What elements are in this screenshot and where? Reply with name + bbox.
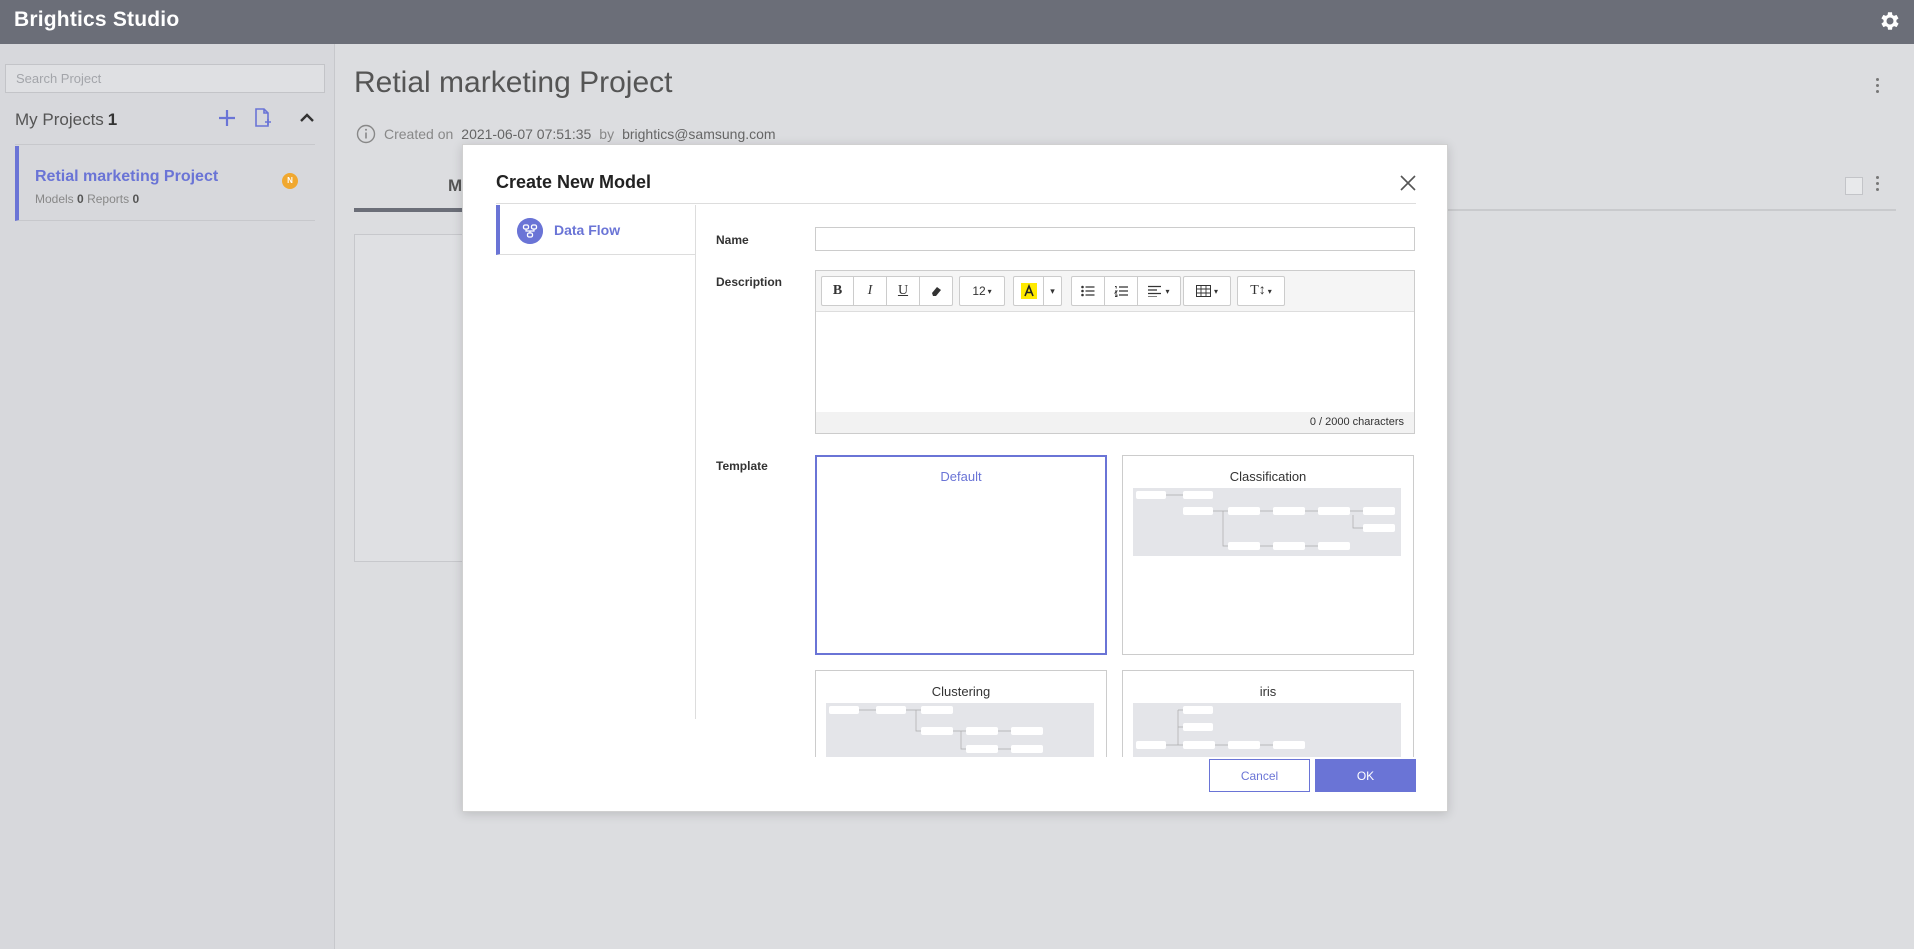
highlight-color-icon	[1020, 283, 1037, 299]
project-name: Retial marketing Project	[35, 168, 219, 185]
dialog-title: Create New Model	[496, 172, 652, 192]
nav-item-label: Data Flow	[554, 222, 621, 238]
reports-label: Reports	[87, 192, 130, 206]
caret-down-icon: ▾	[1267, 286, 1272, 296]
color-group: ▾	[1013, 276, 1062, 306]
char-counter: 0 / 2000 characters	[816, 412, 1414, 433]
close-icon[interactable]	[1397, 172, 1419, 194]
settings-gear-icon[interactable]	[1878, 9, 1902, 33]
italic-button[interactable]: I	[854, 277, 887, 305]
name-label: Name	[716, 233, 749, 247]
text-style-group: T↕ ▾	[1237, 276, 1285, 306]
page-title: Retial marketing Project	[354, 66, 673, 99]
created-date: 2021-06-07 07:51:35	[461, 126, 592, 142]
font-size-group: 12 ▾	[959, 276, 1005, 306]
tab-models[interactable]: M	[448, 176, 462, 196]
my-projects-header: My Projects 1	[15, 110, 117, 130]
template-grid: Default Classification Clustering iris	[815, 455, 1420, 757]
project-list-item[interactable]: Retial marketing Project Models 0 Report…	[15, 146, 315, 221]
author-email: brightics@samsung.com	[622, 126, 776, 142]
template-name: Default	[940, 469, 982, 484]
new-badge: N	[282, 173, 298, 189]
dialog-header-divider	[496, 203, 1416, 204]
template-preview	[826, 703, 1094, 757]
info-icon	[356, 124, 376, 144]
bullet-list-button[interactable]	[1072, 277, 1105, 305]
project-count: 1	[107, 110, 118, 129]
template-name: Clustering	[931, 684, 991, 699]
bold-button[interactable]: B	[822, 277, 854, 305]
eraser-icon	[932, 287, 941, 296]
editor-toolbar: B I U 12 ▾ ▾ ▾ ▾ T↕ ▾	[816, 271, 1414, 312]
select-all-checkbox[interactable]	[1845, 177, 1863, 195]
align-left-icon	[1148, 285, 1162, 297]
ok-button[interactable]: OK	[1315, 759, 1416, 792]
import-project-icon[interactable]	[250, 106, 274, 130]
table-dropdown[interactable]: ▾	[1184, 277, 1230, 305]
text-height-icon: T↕	[1250, 283, 1266, 298]
search-project-input[interactable]	[5, 64, 325, 93]
nav-item-data-flow[interactable]: Data Flow	[496, 205, 695, 255]
dialog-nav-divider	[695, 205, 696, 719]
template-name: iris	[1259, 684, 1277, 699]
font-size-dropdown[interactable]: 12 ▾	[960, 277, 1004, 305]
data-flow-icon	[517, 218, 543, 244]
format-group: B I U	[821, 276, 953, 306]
text-style-dropdown[interactable]: T↕ ▾	[1238, 277, 1284, 305]
caret-down-icon: ▾	[987, 286, 992, 296]
template-preview	[1133, 488, 1401, 556]
created-label: Created on	[384, 126, 454, 142]
template-card-default[interactable]: Default	[815, 455, 1107, 655]
template-name: Classification	[1229, 469, 1307, 484]
models-label: Models	[35, 192, 74, 206]
list-align-group: ▾	[1071, 276, 1181, 306]
project-more-icon[interactable]	[1876, 78, 1879, 93]
reports-count: 0	[132, 192, 140, 206]
description-label: Description	[716, 275, 783, 289]
underline-button[interactable]: U	[887, 277, 920, 305]
my-projects-label: My Projects	[15, 110, 104, 129]
align-dropdown[interactable]: ▾	[1138, 277, 1180, 305]
model-card[interactable]	[354, 234, 464, 562]
template-card-classification[interactable]: Classification	[1122, 455, 1414, 655]
collapse-chevron-icon[interactable]	[295, 106, 319, 130]
sidebar: My Projects1 Retial marketing Project Mo…	[0, 44, 335, 949]
table-icon	[1195, 285, 1211, 297]
template-label: Template	[716, 459, 768, 473]
bullet-list-icon	[1081, 285, 1095, 297]
add-project-icon[interactable]	[215, 106, 239, 130]
caret-down-icon: ▾	[1165, 286, 1170, 296]
template-card-iris[interactable]: iris	[1122, 670, 1414, 757]
app-title: Brightics Studio	[14, 8, 180, 31]
numbered-list-button[interactable]	[1105, 277, 1138, 305]
active-tab-indicator	[354, 208, 464, 212]
numbered-list-icon	[1114, 286, 1128, 297]
table-group: ▾	[1183, 276, 1231, 306]
name-input[interactable]	[815, 227, 1415, 251]
description-textarea[interactable]	[816, 312, 1414, 412]
tab-more-icon[interactable]	[1876, 176, 1879, 191]
cancel-button[interactable]: Cancel	[1209, 759, 1310, 792]
models-count: 0	[77, 192, 84, 206]
sidebar-divider	[15, 144, 315, 145]
description-editor: B I U 12 ▾ ▾ ▾ ▾ T↕ ▾ 0 / 2000 character…	[815, 270, 1415, 434]
text-color-button[interactable]	[1014, 277, 1044, 305]
create-model-dialog: Create New Model Data Flow Name Descript…	[462, 144, 1448, 812]
clear-format-button[interactable]	[920, 277, 952, 305]
top-bar: Brightics Studio	[0, 0, 1914, 44]
color-dropdown[interactable]: ▾	[1044, 277, 1061, 305]
by-label: by	[599, 126, 615, 142]
template-card-clustering[interactable]: Clustering	[815, 670, 1107, 757]
caret-down-icon: ▾	[1213, 286, 1218, 296]
font-size-value: 12	[972, 284, 986, 298]
project-meta: Models 0 Reports 0	[35, 192, 139, 206]
project-info-row: Created on 2021-06-07 07:51:35 by bright…	[356, 124, 776, 144]
template-preview	[1133, 703, 1401, 757]
